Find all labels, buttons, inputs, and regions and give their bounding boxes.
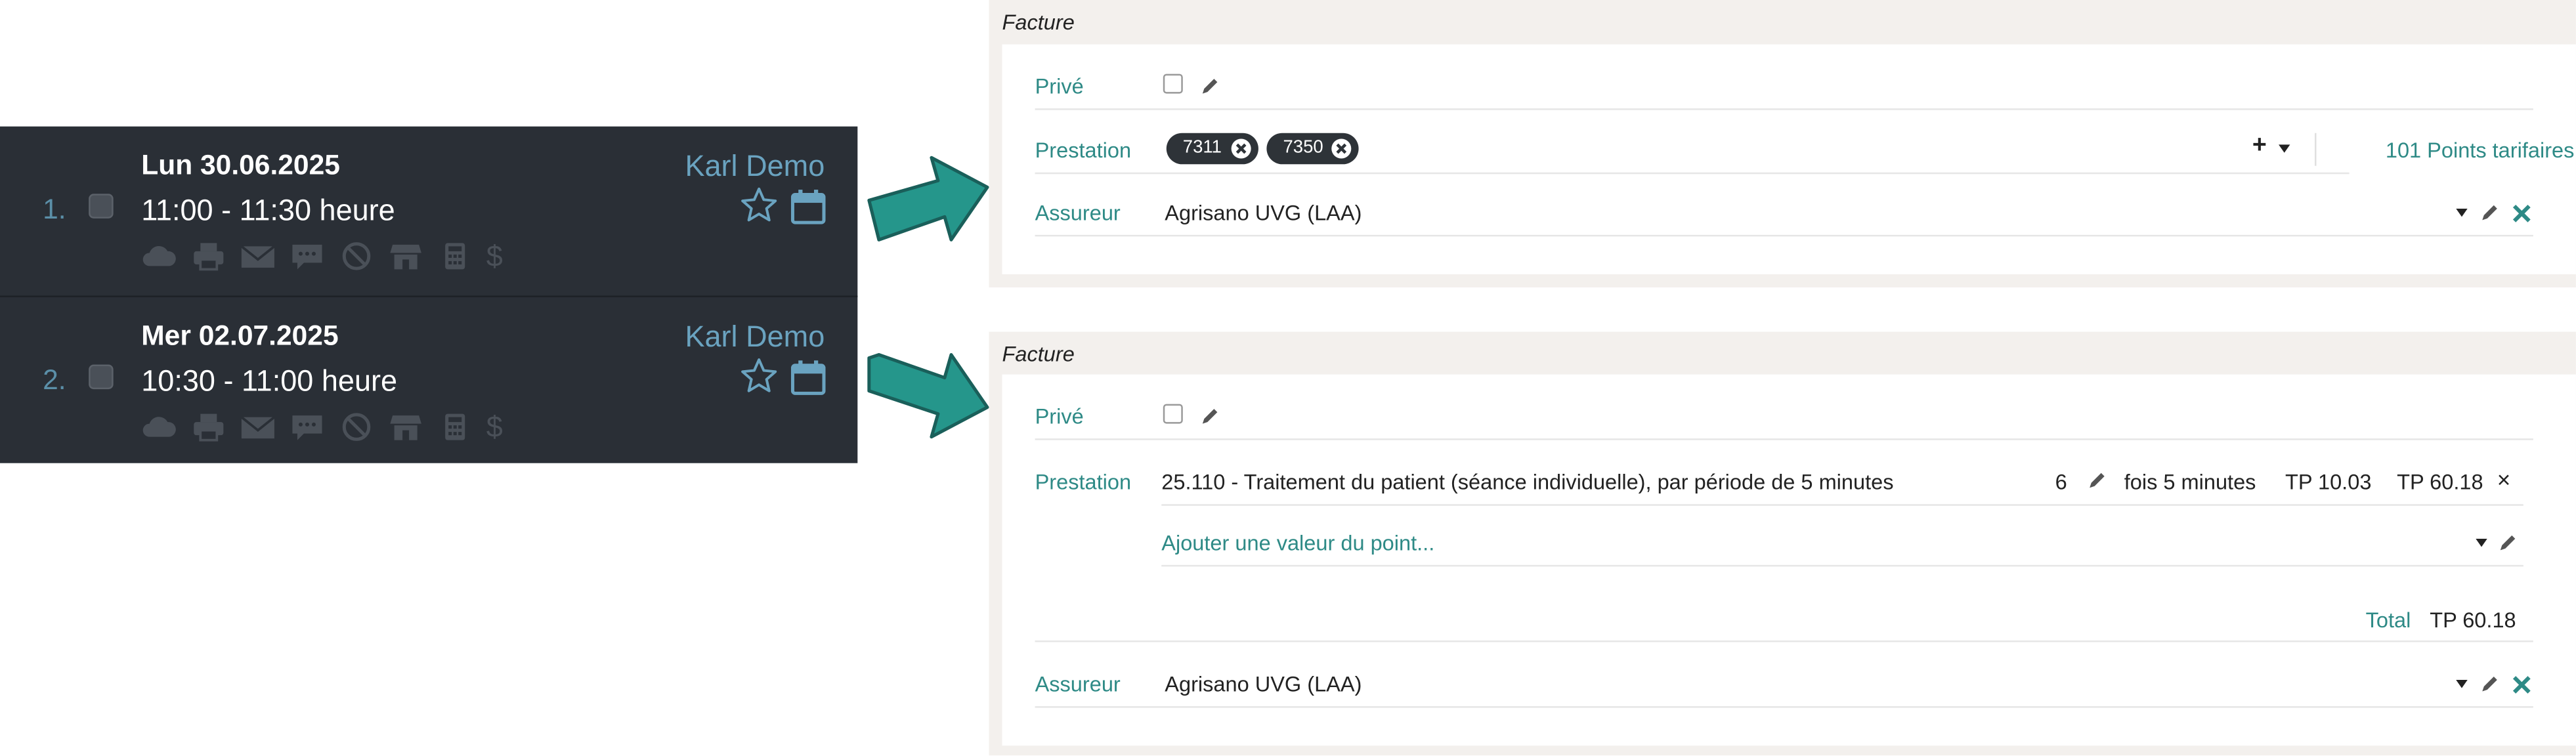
cloud-icon[interactable]	[141, 242, 177, 271]
insurer-row: Assureur Agrisano UVG (LAA)	[1035, 187, 2533, 237]
appointment-person[interactable]: Karl Demo	[685, 150, 825, 184]
insurer-value[interactable]: Agrisano UVG (LAA)	[1165, 200, 1362, 225]
private-row: Privé	[1035, 61, 2533, 110]
total-label: Total	[2365, 607, 2411, 633]
row-divider	[1161, 504, 2523, 506]
appointment-row-2[interactable]: 2. Mer 02.07.2025 10:30 - 11:00 heure Ka…	[0, 297, 858, 463]
pencil-icon[interactable]	[2499, 534, 2517, 552]
dollar-icon[interactable]: $	[486, 412, 509, 442]
remove-chip-icon[interactable]	[1331, 138, 1353, 159]
unit-price: TP 10.03	[2285, 469, 2372, 495]
invoice-card: Privé Prestation 7311 7350 + 101 Points …	[1002, 44, 2576, 274]
service-line-row: Prestation 25.110 - Traitement du patien…	[1035, 455, 2533, 506]
private-checkbox[interactable]	[1163, 74, 1183, 94]
sms-icon[interactable]	[289, 412, 325, 442]
appointment-index: 2.	[43, 364, 66, 396]
service-chip[interactable]: 7311	[1166, 133, 1258, 165]
shop-icon[interactable]	[388, 412, 424, 442]
envelope-icon[interactable]	[240, 242, 276, 271]
pencil-icon[interactable]	[1201, 77, 1219, 96]
service-label: Prestation	[1035, 469, 1132, 495]
private-checkbox[interactable]	[1163, 404, 1183, 424]
appointment-row-1[interactable]: 1. Lun 30.06.2025 11:00 - 11:30 heure Ka…	[0, 126, 858, 297]
appointment-date: Mer 02.07.2025	[141, 320, 339, 352]
star-icon[interactable]	[739, 356, 779, 396]
appointment-person[interactable]: Karl Demo	[685, 320, 825, 355]
service-chip-code: 7311	[1182, 138, 1222, 158]
appointment-date: Lun 30.06.2025	[141, 149, 340, 181]
total-row: Total TP 60.18	[1035, 591, 2533, 642]
calculator-icon[interactable]	[437, 242, 473, 271]
pencil-icon[interactable]	[2481, 675, 2499, 694]
printer-icon[interactable]	[190, 242, 226, 271]
total-value: TP 60.18	[2430, 607, 2516, 633]
add-service-button[interactable]: +	[2252, 131, 2267, 159]
service-chip[interactable]: 7350	[1266, 133, 1360, 165]
row-divider	[1035, 172, 2350, 175]
appointment-time: 10:30 - 11:00 heure	[141, 364, 398, 398]
insurer-label: Assureur	[1035, 200, 1121, 225]
row-divider	[1035, 108, 2533, 110]
appointment-checkbox[interactable]	[89, 364, 114, 390]
appointment-index: 1.	[43, 194, 66, 225]
remove-line-button[interactable]: ×	[2497, 467, 2510, 493]
invoice-title: Facture	[1002, 10, 1075, 35]
arrow-icon	[867, 353, 989, 439]
chevron-down-icon[interactable]	[2278, 144, 2290, 153]
row-divider	[1035, 640, 2533, 642]
no-show-icon[interactable]	[339, 242, 375, 271]
stage: 1. Lun 30.06.2025 11:00 - 11:30 heure Ka…	[0, 0, 2576, 756]
invoice-panel-1: Facture Privé Prestation 7311 7350 + 101…	[989, 0, 2576, 287]
dollar-icon[interactable]: $	[486, 242, 509, 271]
insurer-label: Assureur	[1035, 671, 1121, 697]
pencil-icon[interactable]	[2088, 471, 2107, 490]
close-icon[interactable]	[2512, 675, 2531, 695]
pencil-icon[interactable]	[2481, 203, 2499, 222]
close-icon[interactable]	[2512, 203, 2531, 223]
private-label: Privé	[1035, 74, 1084, 99]
cloud-icon[interactable]	[141, 412, 177, 442]
quantity-unit: fois 5 minutes	[2124, 469, 2256, 495]
point-value-row: Ajouter une valeur du point...	[1035, 517, 2533, 567]
insurer-row: Assureur Agrisano UVG (LAA)	[1035, 657, 2533, 708]
row-divider	[1035, 706, 2533, 708]
remove-chip-icon[interactable]	[1230, 138, 1252, 159]
row-divider	[1035, 234, 2533, 237]
sms-icon[interactable]	[289, 242, 325, 271]
private-row: Privé	[1035, 391, 2533, 440]
invoice-panel-2: Facture Privé Prestation 25.110 - Traite…	[989, 331, 2576, 756]
private-label: Privé	[1035, 404, 1084, 429]
vertical-divider	[2315, 133, 2317, 166]
printer-icon[interactable]	[190, 412, 226, 442]
service-row: Prestation 7311 7350 + 101 Points tarifa…	[1035, 123, 2574, 175]
service-label: Prestation	[1035, 138, 1132, 163]
no-show-icon[interactable]	[339, 412, 375, 442]
appointment-checkbox[interactable]	[89, 194, 114, 219]
tariff-points: 101 Points tarifaires	[2385, 138, 2575, 163]
arrow-icon	[867, 156, 989, 242]
chevron-down-icon[interactable]	[2456, 208, 2468, 217]
row-divider	[1161, 564, 2523, 567]
chevron-down-icon[interactable]	[2476, 538, 2487, 547]
invoice-card: Privé Prestation 25.110 - Traitement du …	[1002, 374, 2576, 746]
envelope-icon[interactable]	[240, 412, 276, 442]
shop-icon[interactable]	[388, 242, 424, 271]
quantity-value[interactable]: 6	[2055, 470, 2067, 495]
calendar-icon[interactable]	[790, 189, 826, 225]
add-point-value-input[interactable]: Ajouter une valeur du point...	[1161, 530, 1434, 555]
chevron-down-icon[interactable]	[2456, 680, 2468, 688]
insurer-value[interactable]: Agrisano UVG (LAA)	[1165, 672, 1362, 697]
appointment-action-icons: $	[141, 412, 509, 442]
pencil-icon[interactable]	[1201, 408, 1219, 426]
service-chip-code: 7350	[1283, 138, 1323, 158]
calendar-icon[interactable]	[790, 360, 826, 396]
calculator-icon[interactable]	[437, 412, 473, 442]
appointment-time: 11:00 - 11:30 heure	[141, 194, 395, 227]
row-divider	[1035, 438, 2533, 440]
star-icon[interactable]	[739, 186, 779, 225]
appointment-action-icons: $	[141, 242, 509, 271]
service-description: 25.110 - Traitement du patient (séance i…	[1161, 469, 1894, 495]
invoice-title: Facture	[1002, 341, 1075, 367]
line-total: TP 60.18	[2397, 469, 2483, 495]
